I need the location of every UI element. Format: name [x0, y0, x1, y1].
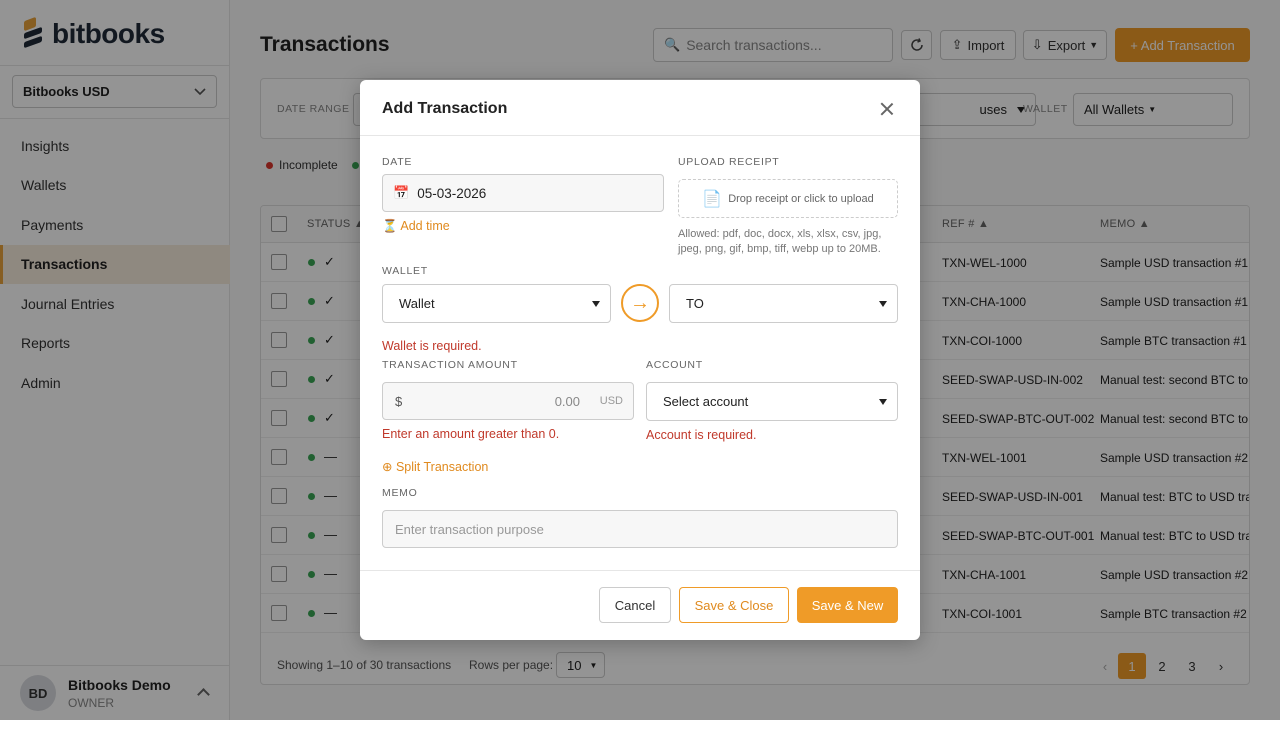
split-transaction-link[interactable]: ⊕ Split Transaction	[382, 459, 488, 474]
bottom-strip	[0, 720, 1280, 733]
from-wallet-value: Wallet	[399, 296, 435, 311]
cancel-button[interactable]: Cancel	[599, 587, 671, 623]
save-close-button[interactable]: Save & Close	[679, 587, 789, 623]
to-wallet-value: TO	[686, 296, 704, 311]
amount-label: TRANSACTION AMOUNT	[382, 359, 518, 371]
memo-placeholder: Enter transaction purpose	[395, 521, 544, 537]
upload-hint: Allowed: pdf, doc, docx, xls, xlsx, csv,…	[678, 228, 882, 255]
receipt-dropzone[interactable]: 📄 Drop receipt or click to upload	[678, 179, 898, 218]
close-icon[interactable]	[880, 102, 894, 116]
account-select[interactable]: Select account	[646, 382, 898, 421]
account-label: ACCOUNT	[646, 359, 703, 371]
modal-footer: Cancel Save & Close Save & New	[360, 570, 920, 640]
chevron-down-icon	[592, 301, 600, 307]
document-icon: 📄	[702, 190, 723, 208]
wallet-label: WALLET	[382, 265, 428, 277]
amount-error: Enter an amount greater than 0.	[382, 427, 560, 441]
add-time-link[interactable]: ⏳ Add time	[382, 219, 450, 234]
account-value: Select account	[663, 394, 749, 409]
chevron-down-icon	[879, 301, 887, 307]
add-transaction-modal: Add Transaction DATE 📅 05-03-2026 ⏳ Add …	[360, 80, 920, 640]
amount-input[interactable]: $ 0.00 USD	[382, 382, 634, 420]
account-error: Account is required.	[646, 428, 757, 442]
memo-input[interactable]: Enter transaction purpose	[382, 510, 898, 548]
wallet-error: Wallet is required.	[382, 339, 482, 353]
upload-receipt-label: UPLOAD RECEIPT	[678, 156, 780, 168]
hourglass-icon: ⏳	[382, 219, 398, 233]
date-value: 05-03-2026	[417, 185, 487, 201]
to-wallet-select[interactable]: TO	[669, 284, 898, 323]
dropzone-text: Drop receipt or click to upload	[728, 192, 874, 205]
from-wallet-select[interactable]: Wallet	[382, 284, 611, 323]
arrow-right-icon: →	[621, 284, 659, 322]
chevron-down-icon	[879, 399, 887, 405]
add-time-label: Add time	[400, 219, 450, 233]
calendar-icon: 📅	[393, 185, 410, 200]
modal-header: Add Transaction	[360, 80, 920, 136]
modal-title: Add Transaction	[382, 100, 508, 117]
memo-label: MEMO	[382, 487, 418, 499]
date-input[interactable]: 📅 05-03-2026	[382, 174, 664, 212]
amount-placeholder: 0.00	[554, 393, 580, 409]
save-new-button[interactable]: Save & New	[797, 587, 898, 623]
amount-currency: USD	[599, 395, 623, 407]
date-label: DATE	[382, 156, 413, 168]
currency-prefix: $	[395, 393, 403, 409]
